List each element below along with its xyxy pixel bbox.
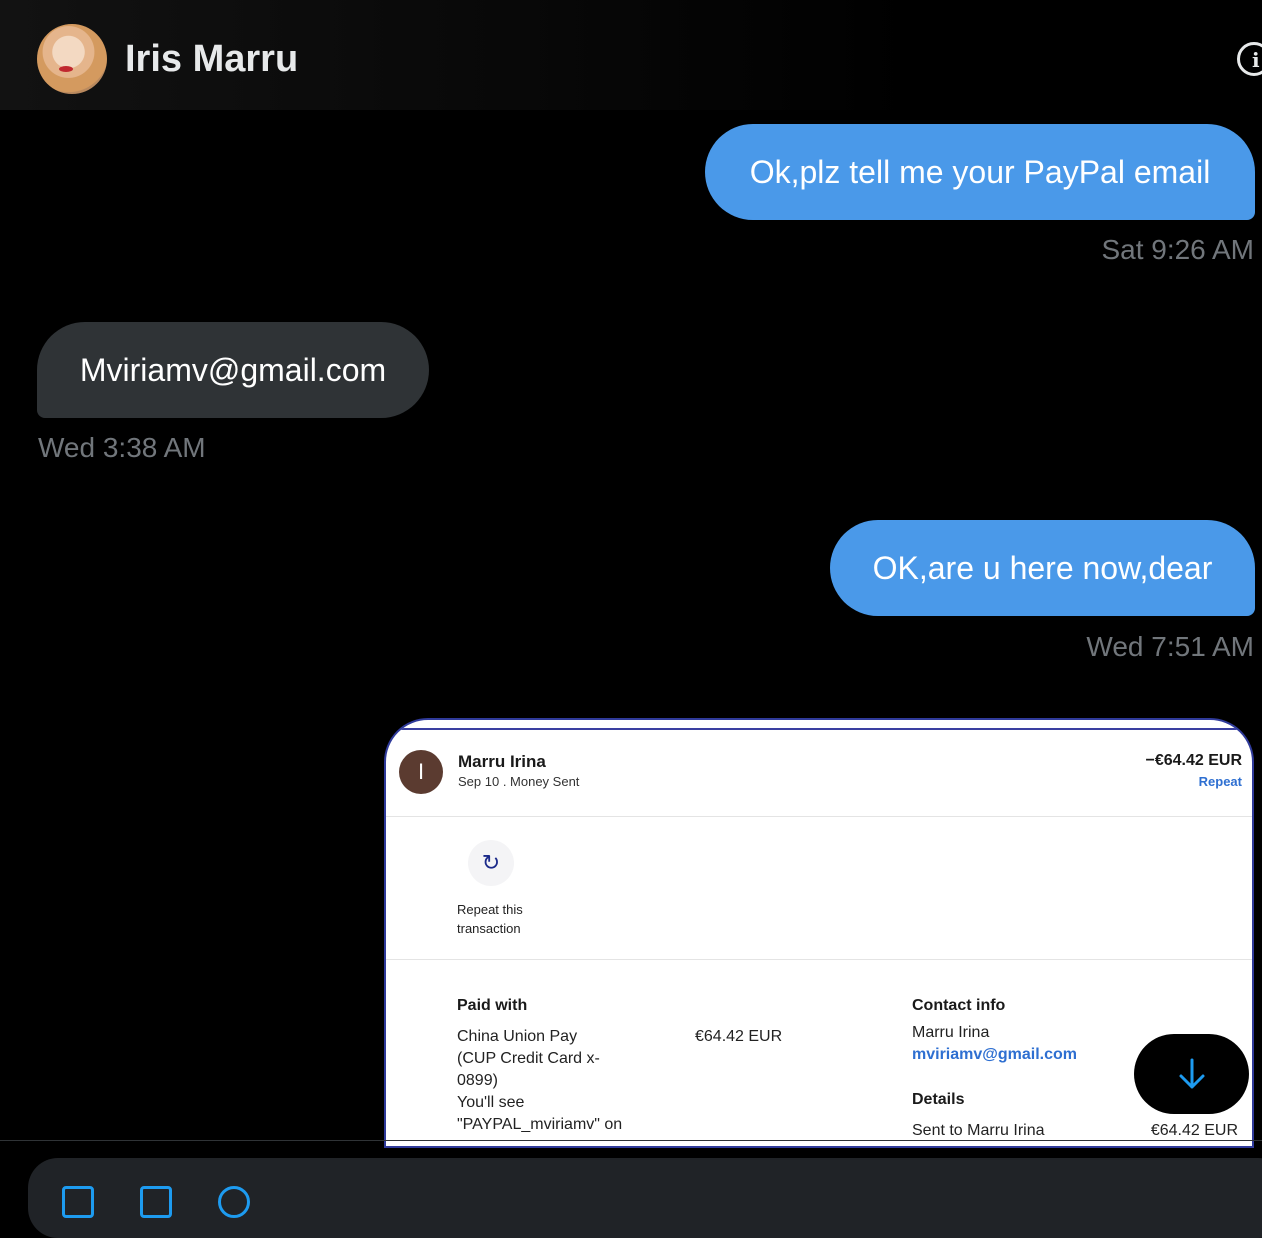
repeat-line: Repeat this [457,902,523,917]
message-timestamp: Sat 9:26 AM [1101,234,1254,265]
paid-with-line: You'll see [457,1094,525,1111]
details-heading: Details [912,1091,965,1108]
media-icon[interactable] [62,1186,94,1218]
avatar-photo-detail [59,66,73,72]
message-text: OK,are u here now,dear [872,550,1213,586]
contact-email-link: mviriamv@gmail.com [912,1046,1077,1063]
repeat-link: Repeat [1198,774,1242,789]
paid-with-heading: Paid with [457,997,528,1014]
message-bubble-sent[interactable]: OK,are u here now,dear [830,520,1255,616]
paid-with-details: China Union Pay (CUP Credit Card x- 0899… [457,1026,622,1136]
message-timestamp: Wed 3:38 AM [38,432,206,463]
conversation-header: Iris Marru i [0,0,1262,120]
gif-icon[interactable] [140,1186,172,1218]
message-timestamp: Wed 7:51 AM [1086,631,1254,662]
arrow-down-icon [1179,1058,1204,1089]
recipient-avatar-letter: I [417,759,425,784]
message-text: Ok,plz tell me your PayPal email [749,154,1211,190]
paid-with-line: (CUP Credit Card x- [457,1050,600,1067]
paid-with-line: "PAYPAL_mviriamv" on [457,1116,623,1133]
repeat-line: transaction [457,921,521,936]
refresh-icon: ↻ [468,840,514,886]
info-icon[interactable]: i [1237,42,1262,76]
emoji-icon[interactable] [218,1186,250,1218]
recipient-avatar: I [399,750,443,794]
message-composer[interactable] [28,1158,1262,1238]
info-glyph: i [1252,48,1260,72]
conversation-title[interactable]: Iris Marru [125,38,298,81]
details-amount: €64.42 EUR [1150,1122,1238,1139]
paid-amount: €64.42 EUR [695,1028,783,1045]
divider [386,959,1252,960]
contact-name: Marru Irina [912,1024,990,1041]
receipt-top-border [386,728,1252,730]
composer-divider [0,1140,1262,1141]
message-bubble-sent[interactable]: Ok,plz tell me your PayPal email [705,124,1255,220]
transaction-subtitle: Sep 10 . Money Sent [458,774,580,789]
message-bubble-received[interactable]: Mviriamv@gmail.com [37,322,429,418]
divider [386,816,1252,817]
paid-with-line: 0899) [457,1072,498,1089]
message-text: Mviriamv@gmail.com [79,352,387,388]
details-line: Sent to Marru Irina [912,1122,1045,1139]
scroll-to-bottom-button[interactable] [1134,1034,1249,1114]
transaction-amount: −€64.42 EUR [1145,752,1242,769]
contact-info-heading: Contact info [912,997,1006,1014]
recipient-name: Marru Irina [458,752,546,771]
avatar[interactable] [37,24,107,94]
image-attachment-receipt[interactable]: I Marru Irina Sep 10 . Money Sent −€64.4… [384,718,1254,1148]
paid-with-line: China Union Pay [457,1028,578,1045]
repeat-transaction-label: Repeat this transaction [457,900,523,938]
